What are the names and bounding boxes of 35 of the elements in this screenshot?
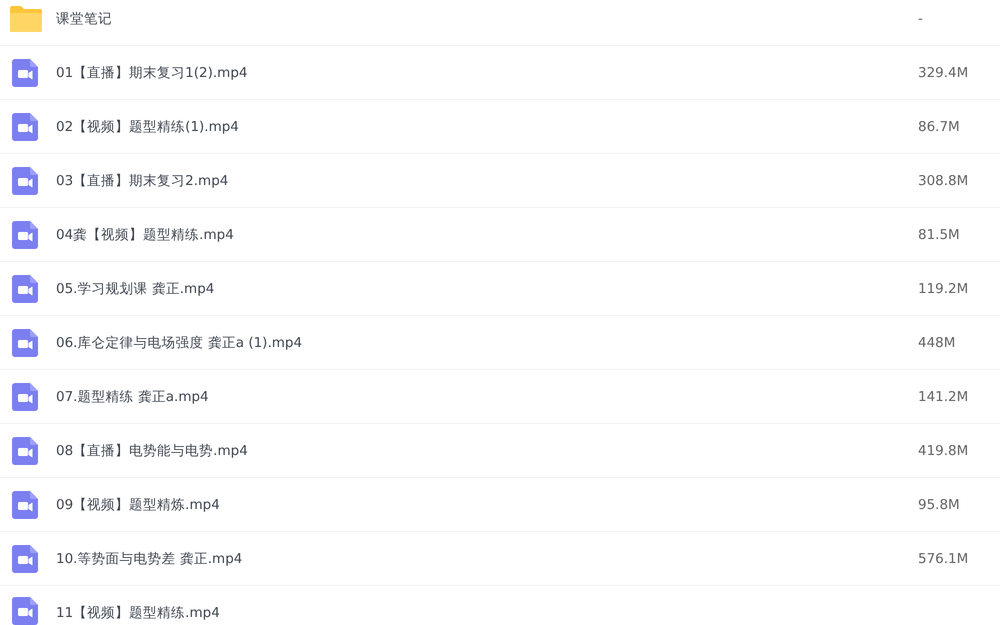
file-size: - [918,10,924,28]
file-name: 06.库仑定律与电场强度 龚正a (1).mp4 [56,334,304,352]
file-row[interactable]: 课堂笔记 - [0,0,1000,46]
file-name: 07.题型精练 龚正a.mp4 [56,388,210,406]
file-size: 95.8M [918,496,961,514]
file-name: 01【直播】期末复习1(2).mp4 [56,64,248,82]
file-size: 576.1M [918,550,970,568]
file-row[interactable]: 05.学习规划课 龚正.mp4 119.2M [0,262,1000,316]
file-row[interactable]: 03【直播】期末复习2.mp4 308.8M [0,154,1000,208]
file-size: 119.2M [918,280,970,298]
file-row[interactable]: 06.库仑定律与电场强度 龚正a (1).mp4 448M [0,316,1000,370]
file-size: 419.8M [918,442,970,460]
file-row[interactable]: 08【直播】电势能与电势.mp4 419.8M [0,424,1000,478]
file-size: 81.5M [918,226,961,244]
file-row[interactable]: 07.题型精练 龚正a.mp4 141.2M [0,370,1000,424]
file-size: 86.7M [918,118,961,136]
file-name: 09【视频】题型精炼.mp4 [56,496,221,514]
file-row[interactable]: 04龚【视频】题型精练.mp4 81.5M [0,208,1000,262]
file-size: 448M [918,334,956,352]
file-size: 308.8M [918,172,970,190]
file-row[interactable]: 01【直播】期末复习1(2).mp4 329.4M [0,46,1000,100]
file-name: 04龚【视频】题型精练.mp4 [56,226,235,244]
file-row[interactable]: 09【视频】题型精炼.mp4 95.8M [0,478,1000,532]
file-size: 141.2M [918,388,970,406]
file-name: 05.学习规划课 龚正.mp4 [56,280,216,298]
file-row[interactable]: 11【视频】题型精练.mp4 [0,586,1000,625]
file-row[interactable]: 10.等势面与电势差 龚正.mp4 576.1M [0,532,1000,586]
file-name: 10.等势面与电势差 龚正.mp4 [56,550,244,568]
file-name: 11【视频】题型精练.mp4 [56,604,221,623]
file-size: 329.4M [918,64,970,82]
file-name: 02【视频】题型精练(1).mp4 [56,118,240,136]
file-name: 课堂笔记 [56,10,113,28]
file-name: 03【直播】期末复习2.mp4 [56,172,230,190]
file-name: 08【直播】电势能与电势.mp4 [56,442,249,460]
file-row[interactable]: 02【视频】题型精练(1).mp4 86.7M [0,100,1000,154]
